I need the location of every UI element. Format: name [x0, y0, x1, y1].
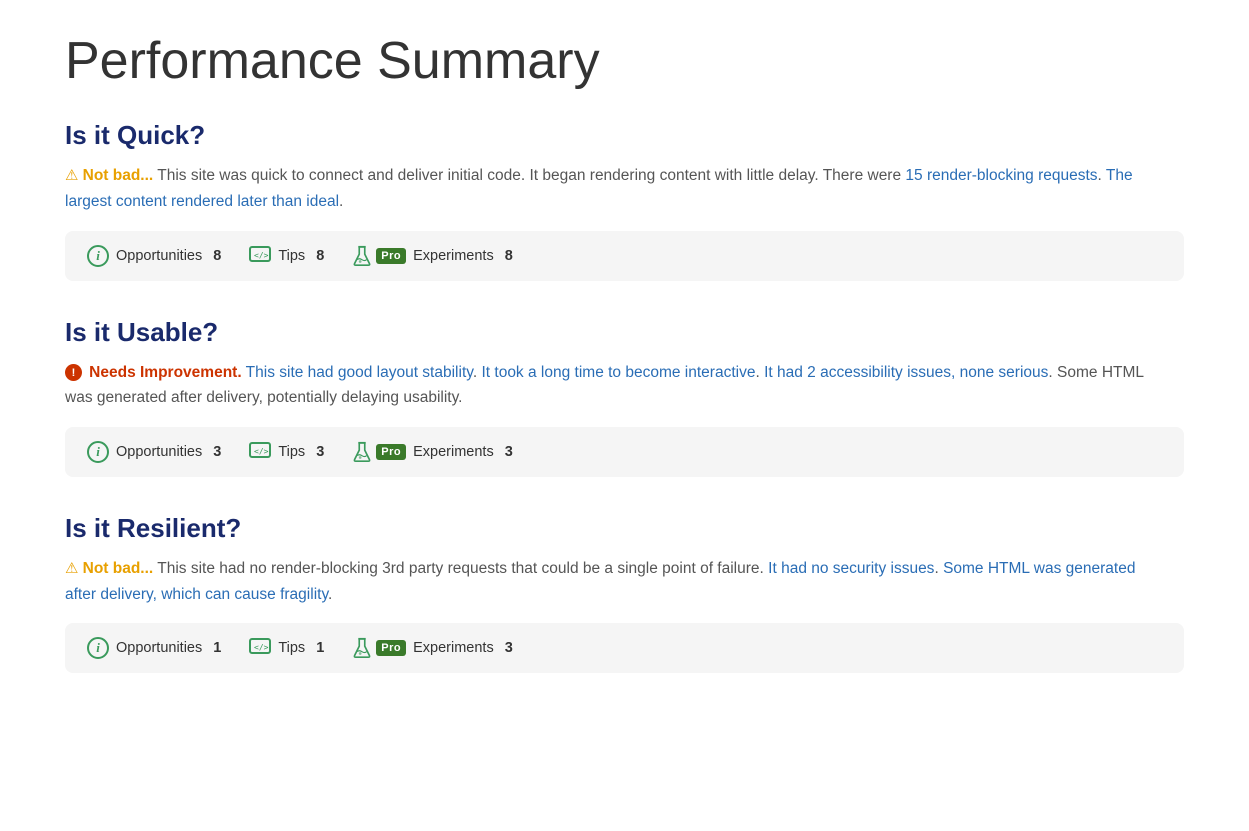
opportunities-count: 1	[213, 640, 221, 656]
svg-text:</>: </>	[254, 447, 269, 456]
info-circle-icon: i	[87, 441, 109, 463]
experiments-label: Experiments	[413, 248, 494, 264]
flask-svg-icon	[352, 441, 372, 463]
info-circle-icon: i	[87, 637, 109, 659]
info-circle-icon: i	[87, 245, 109, 267]
usable-status-label: Needs Improvement.	[89, 364, 241, 381]
resilient-badge-opportunities[interactable]: i Opportunities 1	[87, 637, 221, 659]
usable-badge-experiments[interactable]: Pro Experiments 3	[352, 441, 513, 463]
svg-text:</>: </>	[254, 251, 269, 260]
opportunities-count: 8	[213, 248, 221, 264]
quick-heading: Is it Quick?	[65, 120, 1184, 151]
flask-svg-icon	[352, 637, 372, 659]
tips-icon: </>	[249, 442, 271, 462]
flask-svg-icon	[352, 245, 372, 267]
resilient-status-label: Not bad...	[83, 560, 154, 577]
resilient-heading: Is it Resilient?	[65, 513, 1184, 544]
resilient-status-icon: ⚠	[65, 560, 83, 577]
experiments-icon: Pro	[352, 441, 406, 463]
quick-description: ⚠ Not bad... This site was quick to conn…	[65, 163, 1165, 214]
usable-badge-opportunities[interactable]: i Opportunities 3	[87, 441, 221, 463]
pro-badge: Pro	[376, 640, 406, 656]
quick-status-label: Not bad...	[83, 167, 154, 184]
quick-status-icon: ⚠	[65, 167, 83, 184]
experiments-count: 8	[505, 248, 513, 264]
resilient-description: ⚠ Not bad... This site had no render-blo…	[65, 556, 1165, 607]
pro-badge: Pro	[376, 444, 406, 460]
svg-text:</>: </>	[254, 643, 269, 652]
tips-icon: </>	[249, 246, 271, 266]
tips-count: 1	[316, 640, 324, 656]
usable-desc-link[interactable]: It took a long time to become interactiv…	[481, 364, 755, 381]
section-usable: Is it Usable?! Needs Improvement. This s…	[65, 317, 1184, 477]
tips-label: Tips	[278, 444, 305, 460]
tips-icon: </>	[249, 638, 271, 658]
experiments-icon: Pro	[352, 245, 406, 267]
opportunities-icon: i	[87, 245, 109, 267]
section-quick: Is it Quick? ⚠ Not bad... This site was q…	[65, 120, 1184, 280]
resilient-desc-link[interactable]: Some HTML was generated after delivery, …	[65, 560, 1135, 603]
quick-badge-experiments[interactable]: Pro Experiments 8	[352, 245, 513, 267]
tips-label: Tips	[278, 640, 305, 656]
resilient-badge-tips[interactable]: </> Tips 1	[249, 638, 324, 658]
experiments-count: 3	[505, 640, 513, 656]
experiments-icon: Pro	[352, 637, 406, 659]
quick-badge-opportunities[interactable]: i Opportunities 8	[87, 245, 221, 267]
usable-status-icon: !	[65, 364, 89, 381]
experiments-label: Experiments	[413, 640, 494, 656]
experiments-label: Experiments	[413, 444, 494, 460]
quick-badge-tips[interactable]: </> Tips 8	[249, 246, 324, 266]
usable-badges-bar: i Opportunities 3 </> Tips 3	[65, 427, 1184, 477]
tips-svg-icon: </>	[249, 246, 271, 266]
resilient-desc-link[interactable]: It had no security issues	[768, 560, 934, 577]
opportunities-icon: i	[87, 637, 109, 659]
experiments-count: 3	[505, 444, 513, 460]
usable-description: ! Needs Improvement. This site had good …	[65, 360, 1165, 411]
opportunities-count: 3	[213, 444, 221, 460]
quick-badges-bar: i Opportunities 8 </> Tips 8	[65, 231, 1184, 281]
quick-desc-link[interactable]: 15 render-blocking requests	[905, 167, 1097, 184]
usable-desc-link[interactable]: It had 2 accessibility issues, none seri…	[764, 364, 1048, 381]
tips-label: Tips	[278, 248, 305, 264]
page-title: Performance Summary	[65, 30, 1184, 92]
resilient-badge-experiments[interactable]: Pro Experiments 3	[352, 637, 513, 659]
tips-count: 8	[316, 248, 324, 264]
opportunities-label: Opportunities	[116, 444, 202, 460]
tips-svg-icon: </>	[249, 638, 271, 658]
pro-badge: Pro	[376, 248, 406, 264]
opportunities-label: Opportunities	[116, 248, 202, 264]
opportunities-icon: i	[87, 441, 109, 463]
tips-svg-icon: </>	[249, 442, 271, 462]
usable-heading: Is it Usable?	[65, 317, 1184, 348]
usable-badge-tips[interactable]: </> Tips 3	[249, 442, 324, 462]
section-resilient: Is it Resilient? ⚠ Not bad... This site h…	[65, 513, 1184, 673]
resilient-badges-bar: i Opportunities 1 </> Tips 1	[65, 623, 1184, 673]
opportunities-label: Opportunities	[116, 640, 202, 656]
tips-count: 3	[316, 444, 324, 460]
usable-desc-link[interactable]: This site had good layout stability	[246, 364, 473, 381]
